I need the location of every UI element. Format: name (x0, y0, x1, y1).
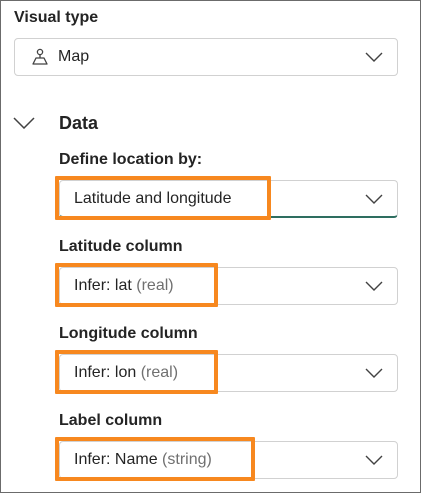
chevron-down-icon (365, 368, 383, 378)
latitude-column-dropdown[interactable]: Infer: lat (real) (59, 267, 398, 305)
latitude-column-value: Infer: lat (real) (74, 277, 174, 295)
section-collapse-chevron-icon[interactable] (13, 117, 35, 129)
longitude-column-value: Infer: lon (real) (74, 364, 178, 382)
define-location-value: Latitude and longitude (74, 189, 232, 207)
label-column-label: Label column (59, 412, 163, 429)
chevron-down-icon (365, 455, 383, 465)
visual-type-label: Visual type (14, 9, 99, 26)
longitude-infer-text: Infer: lon (74, 364, 137, 381)
latitude-column-label: Latitude column (59, 238, 183, 255)
chevron-down-icon (365, 281, 383, 291)
latitude-type-text: (real) (136, 277, 174, 294)
chevron-down-icon (365, 52, 383, 62)
label-infer-text: Infer: Name (74, 451, 158, 468)
map-pin-person-icon (31, 48, 49, 66)
visual-type-value: Map (58, 48, 90, 65)
label-column-value: Infer: Name (string) (74, 451, 212, 469)
label-column-dropdown[interactable]: Infer: Name (string) (59, 441, 398, 479)
latitude-infer-text: Infer: lat (74, 277, 132, 294)
visual-type-dropdown[interactable]: Map (14, 38, 398, 76)
data-section-title[interactable]: Data (59, 113, 98, 134)
longitude-column-label: Longitude column (59, 325, 198, 342)
longitude-type-text: (real) (140, 364, 179, 381)
longitude-column-dropdown[interactable]: Infer: lon (real) (59, 354, 398, 392)
chevron-down-icon (365, 194, 383, 204)
define-location-label: Define location by: (59, 151, 203, 168)
label-type-text: (string) (162, 451, 212, 468)
define-location-dropdown[interactable]: Latitude and longitude (59, 180, 398, 218)
